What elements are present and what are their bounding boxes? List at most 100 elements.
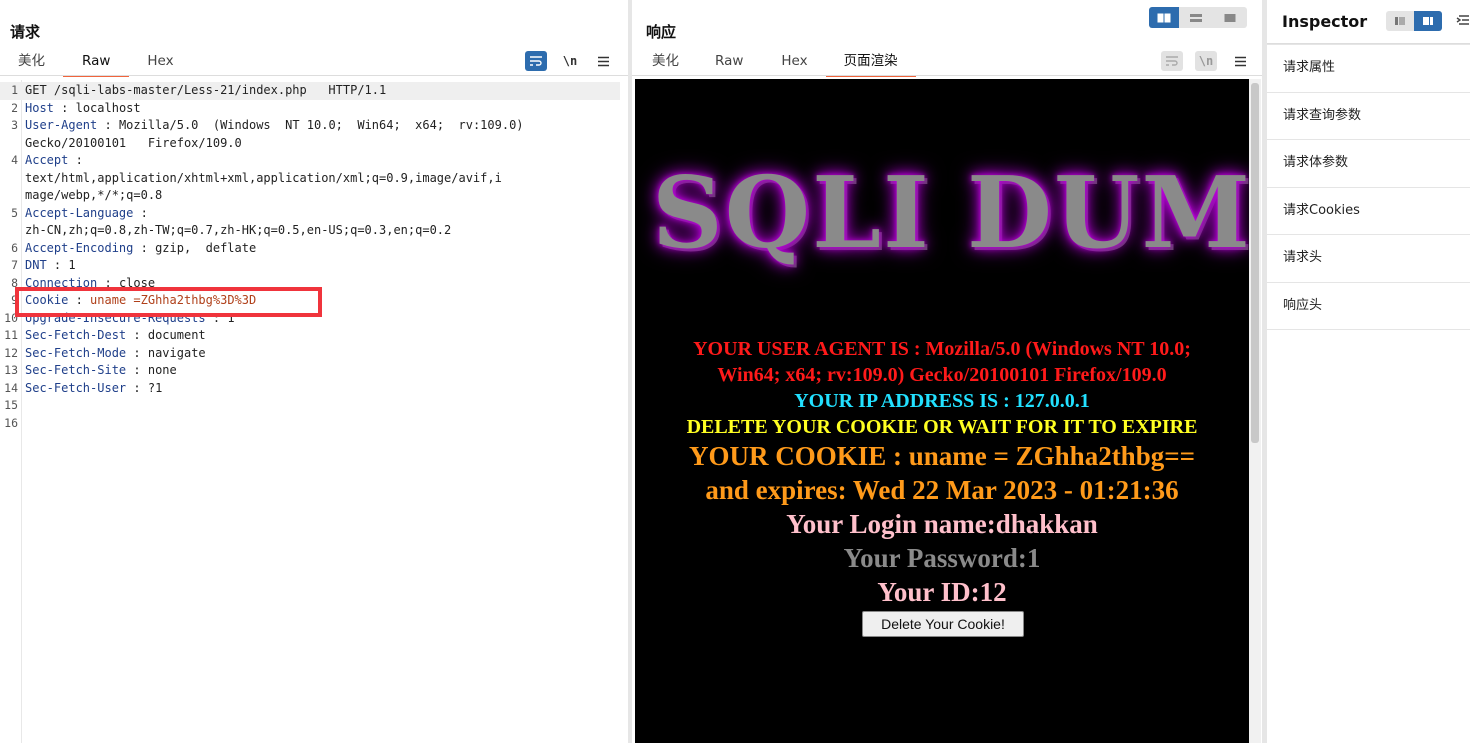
- line-content: Accept :: [25, 152, 83, 170]
- render-scrollbar[interactable]: [1249, 79, 1261, 743]
- side-by-side-layout-icon[interactable]: [1149, 7, 1179, 28]
- request-line[interactable]: text/html,application/xhtml+xml,applicat…: [0, 170, 620, 188]
- line-content: GET /sqli-labs-master/Less-21/index.php …: [25, 82, 386, 100]
- header-separator: :: [97, 118, 119, 132]
- header-separator: :: [126, 328, 148, 342]
- hamburger-menu-icon[interactable]: [592, 51, 614, 71]
- request-line[interactable]: 16: [0, 415, 620, 433]
- wrap-lines-icon[interactable]: [1161, 51, 1183, 71]
- tab-raw[interactable]: Raw: [697, 52, 757, 76]
- header-value: text/html,application/xhtml+xml,applicat…: [25, 170, 502, 185]
- header-key: Host: [25, 100, 54, 115]
- tab-hex[interactable]: Hex: [129, 52, 191, 76]
- request-line[interactable]: 5 Accept-Language :: [0, 205, 620, 223]
- request-line[interactable]: 7 DNT : 1: [0, 257, 620, 275]
- response-pane: 响应 美化 Raw Hex 页面渲染 \n SQLI DUM YOUR USER…: [632, 0, 1262, 743]
- tab-pretty[interactable]: 美化: [634, 52, 697, 76]
- request-line[interactable]: Gecko/20100101 Firefox/109.0: [0, 135, 620, 153]
- header-value: Gecko/20100101 Firefox/109.0: [25, 135, 242, 150]
- login-name-text: Your Login name:dhakkan: [786, 509, 1098, 539]
- inspector-section[interactable]: 请求头: [1267, 234, 1470, 282]
- line-number: 1: [11, 83, 18, 97]
- request-line[interactable]: mage/webp,*/*;q=0.8: [0, 187, 620, 205]
- tab-render[interactable]: 页面渲染: [825, 52, 916, 77]
- line-content: DNT : 1: [25, 257, 76, 275]
- header-key: Sec-Fetch-Mode: [25, 345, 127, 360]
- line-number: 12: [4, 345, 18, 360]
- header-key: Sec-Fetch-User: [25, 380, 127, 395]
- tab-underline: [0, 75, 628, 76]
- request-line[interactable]: 4 Accept :: [0, 152, 620, 170]
- request-line[interactable]: 12 Sec-Fetch-Mode : navigate: [0, 345, 620, 363]
- request-pane: 请求 美化 Raw Hex \n 1 GET /sqli-labs-master/…: [0, 0, 628, 743]
- inspector-layout-toggle: [1386, 11, 1442, 31]
- newline-toggle-button[interactable]: \n: [1195, 51, 1217, 71]
- line-content: Gecko/20100101 Firefox/109.0: [25, 135, 242, 153]
- tab-hex[interactable]: Hex: [757, 52, 825, 76]
- line-number: 11: [4, 328, 18, 342]
- header-value: localhost: [75, 100, 141, 115]
- header-separator: :: [126, 345, 148, 360]
- header-value: gzip, deflate: [155, 240, 257, 255]
- request-line[interactable]: zh-CN,zh;q=0.8,zh-TW;q=0.7,zh-HK;q=0.5,e…: [0, 222, 620, 240]
- header-separator: :: [68, 153, 83, 167]
- header-key: Accept-Encoding: [25, 240, 134, 255]
- inspector-divider: [1267, 329, 1470, 330]
- line-number: 6: [11, 240, 18, 255]
- request-editor[interactable]: 1 GET /sqli-labs-master/Less-21/index.php…: [0, 80, 628, 743]
- line-content: User-Agent : Mozilla/5.0 (Windows NT 10.…: [25, 117, 524, 135]
- line-content: Sec-Fetch-User : ?1: [25, 380, 162, 398]
- inspector-title: Inspector: [1282, 12, 1368, 31]
- request-line[interactable]: 15: [0, 397, 620, 415]
- request-line[interactable]: 3 User-Agent : Mozilla/5.0 (Windows NT 10…: [0, 117, 620, 135]
- line-content: Host : localhost: [25, 100, 141, 118]
- request-line[interactable]: 11 Sec-Fetch-Dest : document: [0, 327, 620, 345]
- line-number: 5: [11, 205, 18, 220]
- ip-address-text: YOUR IP ADDRESS IS : 127.0.0.1: [794, 390, 1090, 412]
- header-separator: :: [133, 240, 156, 255]
- header-value: ?1: [147, 380, 163, 395]
- inspector-section[interactable]: 请求属性: [1267, 44, 1470, 92]
- response-title: 响应: [646, 23, 677, 41]
- user-id-text: Your ID:12: [877, 577, 1007, 607]
- tab-pretty[interactable]: 美化: [0, 52, 63, 76]
- scrollbar-thumb[interactable]: [1251, 83, 1259, 443]
- request-line[interactable]: 13 Sec-Fetch-Site : none: [0, 362, 620, 380]
- cookie-value-text: YOUR COOKIE : uname = ZGhha2thbg==: [689, 441, 1195, 471]
- line-content: Sec-Fetch-Site : none: [25, 362, 177, 380]
- wrap-lines-icon[interactable]: [525, 51, 547, 71]
- header-key: Sec-Fetch-Site: [25, 363, 127, 377]
- request-line[interactable]: 6 Accept-Encoding : gzip, deflate: [0, 240, 620, 258]
- line-content: Accept-Encoding : gzip, deflate: [25, 240, 256, 258]
- header-value: Mozilla/5.0 (Windows NT 10.0; Win64; x64…: [118, 118, 524, 132]
- delete-cookie-button[interactable]: Delete Your Cookie!: [862, 611, 1024, 637]
- inspector-section[interactable]: 请求体参数: [1267, 139, 1470, 187]
- stacked-layout-icon[interactable]: [1179, 7, 1213, 28]
- inspector-section[interactable]: 请求查询参数: [1267, 91, 1470, 140]
- inspector-pane: Inspector 请求属性 请求查询参数 请求体参数 请求Cookies 请求头 响应头: [1267, 0, 1470, 743]
- tab-raw[interactable]: Raw: [63, 52, 130, 77]
- header-value: 1: [68, 258, 76, 272]
- newline-toggle-button[interactable]: \n: [559, 51, 581, 71]
- line-content: mage/webp,*/*;q=0.8: [25, 187, 162, 205]
- line-number: 13: [4, 363, 18, 377]
- header-value: none: [147, 363, 177, 377]
- header-key: Accept-Language: [25, 205, 134, 220]
- list-layout-icon[interactable]: [1386, 11, 1414, 31]
- panel-layout-icon[interactable]: [1414, 11, 1442, 31]
- request-title: 请求: [10, 23, 41, 41]
- response-tabs: 美化 Raw Hex 页面渲染: [634, 52, 916, 77]
- request-line[interactable]: 2 Host : localhost: [0, 100, 620, 118]
- inspector-section[interactable]: 响应头: [1267, 281, 1470, 330]
- header-key: User-Agent: [25, 118, 98, 132]
- single-pane-layout-icon[interactable]: [1213, 7, 1247, 28]
- request-line[interactable]: 1 GET /sqli-labs-master/Less-21/index.php…: [0, 82, 620, 100]
- layout-switcher: [1149, 7, 1247, 28]
- line-content: Sec-Fetch-Mode : navigate: [25, 345, 206, 363]
- delete-cookie-notice: DELETE YOUR COOKIE OR WAIT FOR IT TO EXP…: [686, 416, 1198, 438]
- header-value: zh-CN,zh;q=0.8,zh-TW;q=0.7,zh-HK;q=0.5,e…: [25, 223, 452, 237]
- inspector-section[interactable]: 请求Cookies: [1267, 186, 1470, 235]
- collapse-inspector-icon[interactable]: [1456, 12, 1470, 32]
- request-line[interactable]: 14 Sec-Fetch-User : ?1: [0, 380, 620, 398]
- hamburger-menu-icon[interactable]: [1229, 51, 1251, 71]
